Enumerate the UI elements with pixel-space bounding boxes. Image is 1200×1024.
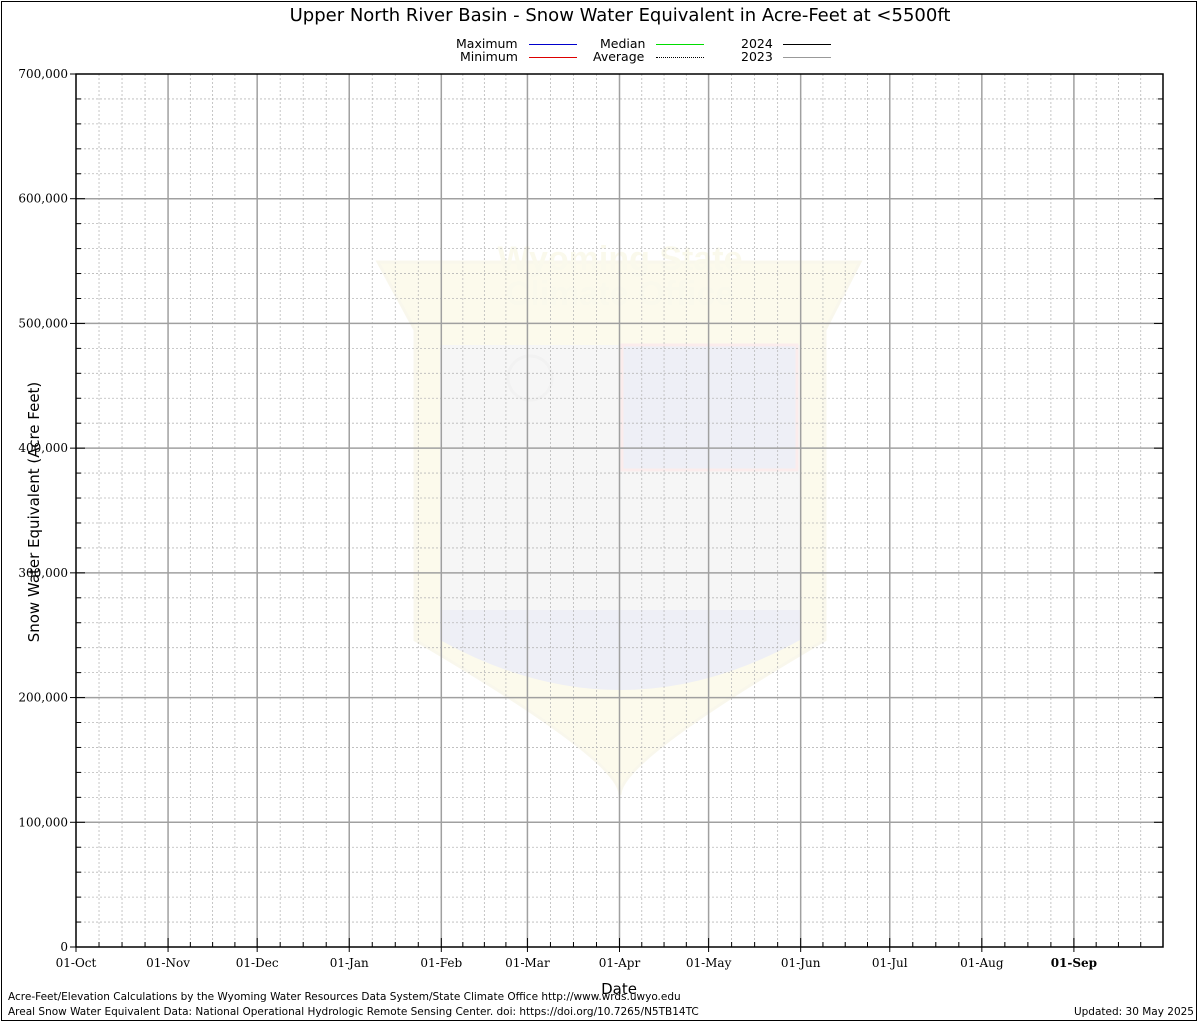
x-tick-labels: 01-Oct 01-Nov 01-Dec 01-Jan 01-Feb 01-Mar 01-A…: [56, 956, 1097, 970]
swe-chart: Wyoming State Climate Office 0100,000200…: [18, 67, 1164, 970]
legend-swatch-2023: [783, 57, 831, 58]
y-tick-label: 0: [60, 940, 68, 954]
x-tick-label: 01-Oct: [56, 956, 97, 970]
x-tick-label: 01-Jun: [781, 956, 821, 970]
legend-swatch-2024: [783, 44, 831, 45]
x-tick-label: 01-Mar: [505, 956, 550, 970]
y-axis-label: Snow Water Equivalent (Acre Feet): [25, 381, 43, 643]
legend-swatch-median: [656, 44, 704, 45]
legend-label-average: Average: [593, 49, 645, 64]
x-tick-label: 01-Aug: [960, 956, 1004, 970]
y-tick-label: 700,000: [18, 67, 68, 81]
legend-label-minimum: Minimum: [460, 49, 518, 64]
chart-title: Upper North River Basin - Snow Water Equ…: [289, 5, 951, 26]
y-tick-label: 600,000: [18, 192, 68, 206]
x-tick-label: 01-Sep: [1051, 956, 1097, 970]
footer-source-line: Areal Snow Water Equivalent Data: Nation…: [8, 1006, 699, 1018]
legend-swatch-maximum: [529, 44, 577, 45]
x-tick-label: 01-May: [686, 956, 732, 970]
major-gridlines: [76, 74, 1163, 947]
y-tick-label: 100,000: [18, 815, 68, 829]
x-tick-label: 01-Dec: [236, 956, 279, 970]
y-tick-label: 500,000: [18, 316, 68, 330]
y-tick-label: 200,000: [18, 691, 68, 705]
x-tick-label: 01-Nov: [146, 956, 190, 970]
x-tick-label: 01-Jul: [872, 956, 908, 970]
legend-swatch-average: [656, 57, 704, 58]
legend-label-2023: 2023: [741, 49, 773, 64]
footer-credit-line: Acre-Feet/Elevation Calculations by the …: [8, 991, 681, 1003]
footer-updated: Updated: 30 May 2025: [1073, 1006, 1194, 1018]
x-tick-label: 01-Jan: [330, 956, 369, 970]
x-tick-label: 01-Feb: [420, 956, 462, 970]
x-tick-label: 01-Apr: [599, 956, 641, 970]
legend-swatch-minimum: [529, 57, 577, 58]
